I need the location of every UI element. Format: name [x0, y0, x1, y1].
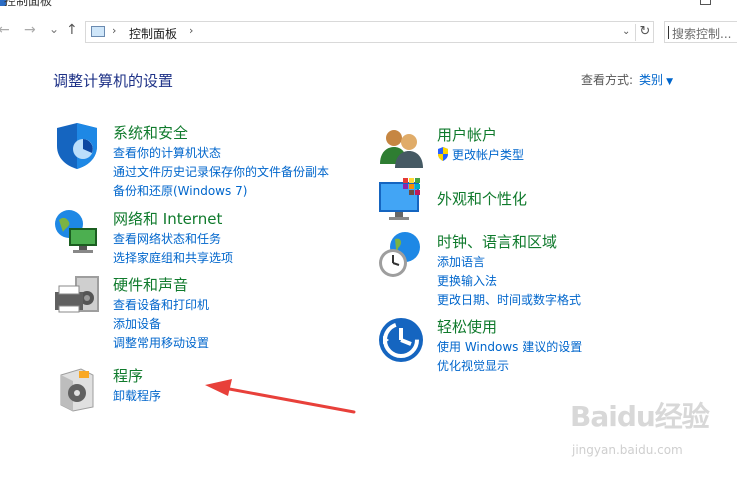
appearance-icon[interactable] [377, 176, 425, 224]
link-windows-recommended-settings[interactable]: 使用 Windows 建议的设置 [437, 338, 582, 357]
clock-region-icon[interactable] [377, 231, 425, 279]
breadcrumb-control-panel[interactable]: 控制面板 [129, 25, 177, 42]
network-internet-icon[interactable] [53, 208, 101, 256]
view-by-dropdown[interactable]: 类别 [639, 73, 663, 87]
link-mobility-settings[interactable]: 调整常用移动设置 [113, 334, 209, 353]
link-date-time-format[interactable]: 更改日期、时间或数字格式 [437, 291, 581, 310]
link-optimize-visual-display[interactable]: 优化视觉显示 [437, 357, 582, 376]
link-check-computer-status[interactable]: 查看你的计算机状态 [113, 144, 329, 163]
category-title[interactable]: 轻松使用 [437, 316, 497, 337]
link-network-status[interactable]: 查看网络状态和任务 [113, 230, 233, 249]
link-homegroup-sharing[interactable]: 选择家庭组和共享选项 [113, 249, 233, 268]
category-title[interactable]: 网络和 Internet [113, 208, 222, 229]
user-accounts-icon[interactable] [377, 124, 425, 172]
title-bar: 控制面板 [0, 0, 737, 12]
address-dropdown-button[interactable]: ⌄ [622, 26, 630, 37]
search-placeholder: 搜索控制... [672, 27, 732, 41]
watermark: Baidu经验 jingyan.baidu.com [568, 395, 728, 465]
uac-shield-icon [438, 147, 448, 161]
refresh-button[interactable]: ↻ [635, 24, 654, 41]
programs-icon[interactable] [53, 365, 101, 413]
up-button[interactable]: ↑ [66, 22, 78, 38]
link-backup-restore[interactable]: 备份和还原(Windows 7) [113, 182, 329, 201]
category-title[interactable]: 时钟、语言和区域 [437, 231, 557, 252]
chevron-down-icon[interactable]: ▼ [666, 77, 673, 87]
category-title[interactable]: 系统和安全 [113, 122, 188, 143]
category-title[interactable]: 程序 [113, 365, 143, 386]
navigation-bar: ← → ⌄ ↑ › 控制面板 › ⌄ ↻ 搜索控制... [0, 16, 737, 46]
link-label: 更改帐户类型 [452, 148, 525, 162]
system-security-icon[interactable] [53, 122, 101, 170]
link-uninstall-program[interactable]: 卸载程序 [113, 387, 161, 406]
back-button[interactable]: ← [0, 22, 10, 38]
category-title[interactable]: 用户帐户 [437, 124, 497, 145]
watermark-brand: Baidu经验 [570, 400, 710, 433]
maximize-button[interactable] [700, 0, 711, 5]
link-add-language[interactable]: 添加语言 [437, 253, 581, 272]
hardware-sound-icon[interactable] [53, 274, 101, 322]
control-panel-icon [91, 26, 105, 37]
category-title[interactable]: 外观和个性化 [437, 188, 527, 209]
view-by-label: 查看方式: [581, 73, 634, 87]
category-title[interactable]: 硬件和声音 [113, 274, 188, 295]
forward-button[interactable]: → [24, 22, 36, 38]
watermark-url: jingyan.baidu.com [572, 443, 683, 457]
text-cursor [668, 26, 669, 39]
breadcrumb-separator[interactable]: › [112, 24, 116, 37]
link-file-history[interactable]: 通过文件历史记录保存你的文件备份副本 [113, 163, 329, 182]
link-add-device[interactable]: 添加设备 [113, 315, 209, 334]
ease-of-access-icon[interactable] [377, 316, 425, 364]
page-title: 调整计算机的设置 [53, 72, 174, 90]
search-input[interactable]: 搜索控制... [664, 21, 737, 43]
window-title: 控制面板 [4, 0, 53, 8]
breadcrumb-separator[interactable]: › [189, 24, 193, 37]
link-devices-printers[interactable]: 查看设备和打印机 [113, 296, 209, 315]
view-by-control: 查看方式: 类别 ▼ [581, 71, 673, 88]
recent-locations-button[interactable]: ⌄ [49, 22, 59, 36]
link-change-input-method[interactable]: 更换输入法 [437, 272, 581, 291]
link-change-account-type[interactable]: 更改帐户类型 [437, 146, 524, 165]
address-bar[interactable]: › 控制面板 › ⌄ ↻ [85, 21, 654, 43]
